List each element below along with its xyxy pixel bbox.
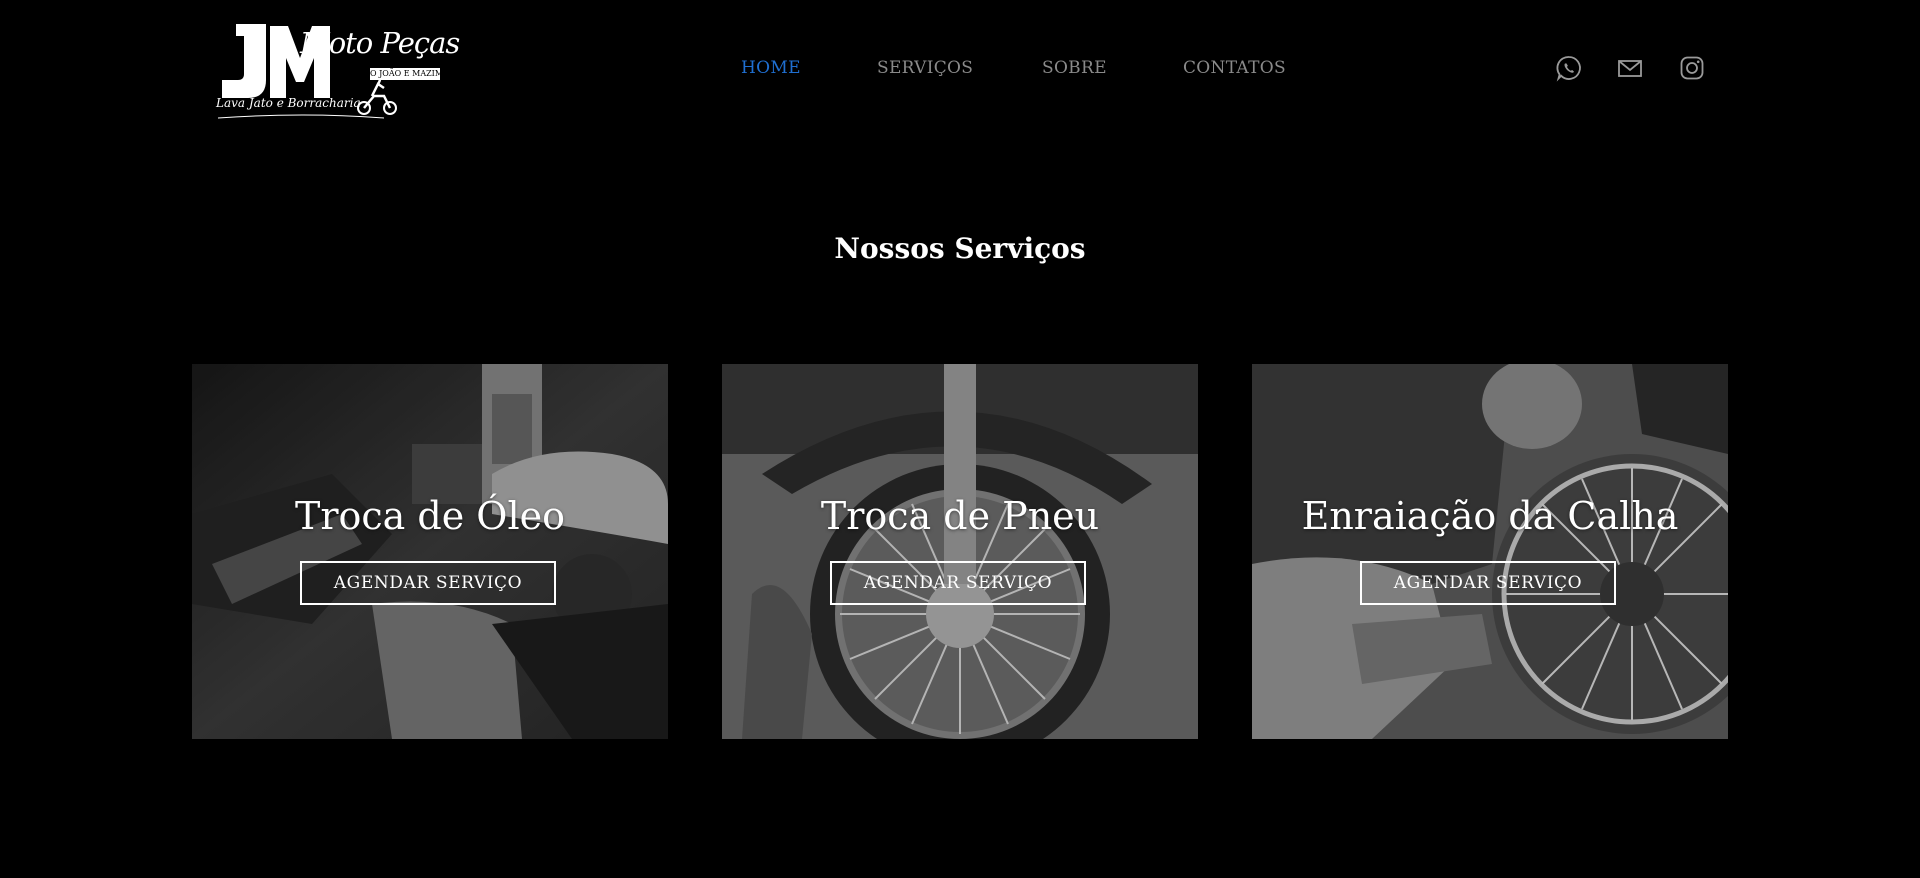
schedule-service-button[interactable]: AGENDAR SERVIÇO xyxy=(300,561,556,605)
service-card-tire-change: Troca de Pneu AGENDAR SERVIÇO xyxy=(722,364,1198,739)
service-card-oil-change: Troca de Óleo AGENDAR SERVIÇO xyxy=(192,364,668,739)
nav-servicos[interactable]: SERVIÇOS xyxy=(877,58,973,78)
logo-subtitle: Lava Jato e Borracharia xyxy=(216,96,361,110)
section-title: Nossos Serviços xyxy=(834,232,1086,265)
page: Moto Peças O JOÃO E MAZIM Lava Jato e Bo… xyxy=(0,0,1920,878)
nav-home[interactable]: HOME xyxy=(741,58,801,78)
instagram-icon[interactable] xyxy=(1678,54,1706,82)
mail-icon[interactable] xyxy=(1616,54,1644,82)
service-card-wheel-spoking: Enraiação da Calha AGENDAR SERVIÇO xyxy=(1252,364,1728,739)
service-title: Enraiação da Calha xyxy=(1301,494,1679,538)
logo-script-title: Moto Peças xyxy=(300,26,460,60)
nav-sobre[interactable]: SOBRE xyxy=(1042,58,1107,78)
service-title: Troca de Pneu xyxy=(820,494,1100,538)
whatsapp-icon[interactable] xyxy=(1555,54,1583,82)
service-title: Troca de Óleo xyxy=(295,494,565,538)
schedule-service-button[interactable]: AGENDAR SERVIÇO xyxy=(1360,561,1616,605)
nav-contatos[interactable]: CONTATOS xyxy=(1183,58,1286,78)
schedule-service-button[interactable]: AGENDAR SERVIÇO xyxy=(830,561,1086,605)
